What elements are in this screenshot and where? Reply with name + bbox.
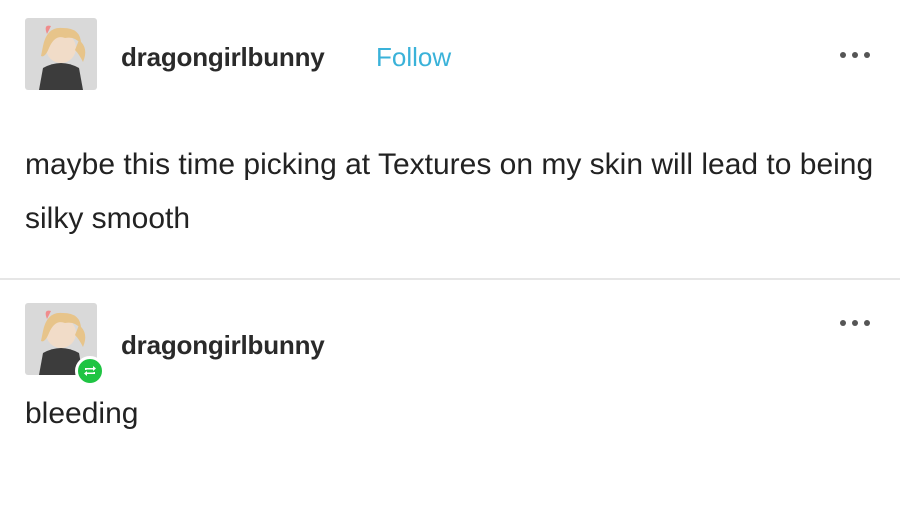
user-avatar[interactable] bbox=[25, 18, 97, 90]
post-body: maybe this time picking at Textures on m… bbox=[25, 148, 874, 235]
more-options-icon[interactable] bbox=[840, 320, 870, 326]
follow-button[interactable]: Follow bbox=[376, 42, 451, 73]
dot-icon bbox=[864, 320, 870, 326]
dot-icon bbox=[852, 52, 858, 58]
reblog-body: bleeding bbox=[25, 397, 139, 430]
dot-icon bbox=[840, 320, 846, 326]
reblog-icon bbox=[75, 356, 105, 386]
dot-icon bbox=[852, 320, 858, 326]
dot-icon bbox=[840, 52, 846, 58]
dot-icon bbox=[864, 52, 870, 58]
reblog-avatar[interactable] bbox=[25, 303, 105, 386]
avatar-image bbox=[25, 18, 97, 90]
original-post: dragongirlbunny Follow maybe this time p… bbox=[0, 0, 900, 280]
reblog-username[interactable]: dragongirlbunny bbox=[121, 330, 325, 361]
post-username[interactable]: dragongirlbunny bbox=[121, 42, 325, 73]
more-options-icon[interactable] bbox=[840, 52, 870, 58]
reblog-post: dragongirlbunny bleeding bbox=[0, 280, 900, 515]
